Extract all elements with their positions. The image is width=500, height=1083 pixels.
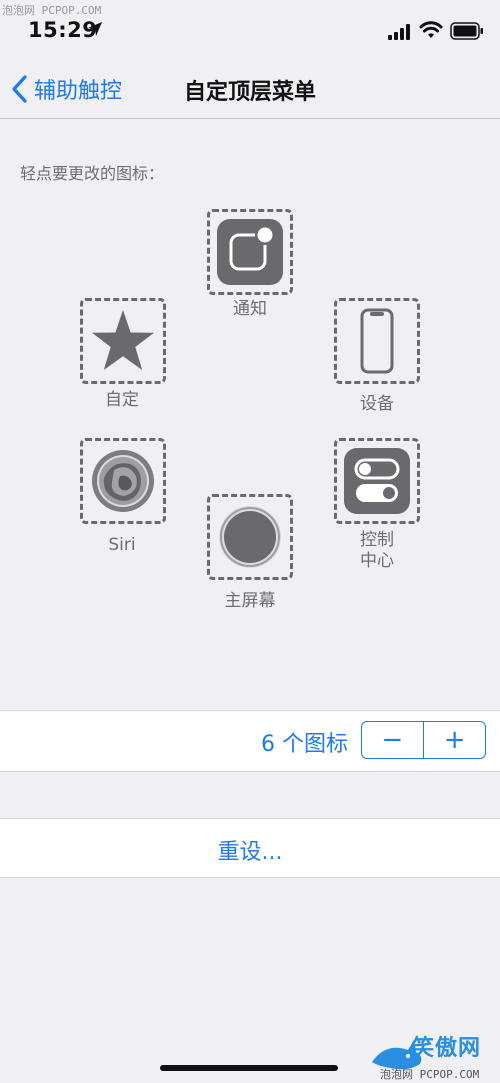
icon-count-cell: 6 个图标 − + [0,710,500,772]
location-arrow-icon [88,22,102,36]
notification-icon [217,219,283,285]
status-bar: 泡泡网 PCPOP.COM 15:29 [0,0,500,60]
slot-home-label: 主屏幕 [224,591,276,611]
star-icon [92,310,154,370]
instruction-text: 轻点要更改的图标： [20,164,165,183]
watermark-brand: 笑傲网 [412,1036,482,1061]
reset-label: 重设... [217,840,283,865]
cellular-signal-icon [388,24,410,40]
slot-notification-label: 通知 [233,299,267,319]
watermark-small-text: 泡泡网 PCPOP.COM [380,1068,480,1081]
slot-siri-label: Siri [108,535,136,555]
slot-home[interactable] [207,494,293,580]
slot-control-center-label-line2: 中心 [360,551,394,571]
home-button-icon [219,506,281,568]
slot-device[interactable] [334,298,420,384]
icon-count-label: 6 个图标 [261,732,348,757]
slot-control-center[interactable] [334,438,420,524]
slot-siri[interactable] [80,438,166,524]
slot-control-center-label: 控制 中心 [317,530,437,572]
siri-icon [92,450,154,512]
icon-count-stepper: − + [361,721,486,759]
slot-custom[interactable] [80,298,166,384]
battery-icon [450,22,483,40]
decrement-button[interactable]: − [362,722,423,758]
slot-device-label: 设备 [360,394,394,414]
slot-control-center-label-line1: 控制 [360,530,394,550]
toggle-switches-icon [344,448,410,514]
navigation-bar: 辅助触控 自定顶层菜单 [0,60,500,119]
iphone-icon [360,308,394,374]
reset-button[interactable]: 重设... [0,818,500,878]
home-indicator[interactable] [160,1065,338,1071]
watermark-text: 泡泡网 PCPOP.COM [2,4,102,17]
page-title: 自定顶层菜单 [183,80,316,105]
increment-button[interactable]: + [424,722,485,758]
slot-custom-label: 自定 [105,390,139,410]
slot-notification[interactable] [207,209,293,295]
wifi-icon [419,21,443,38]
